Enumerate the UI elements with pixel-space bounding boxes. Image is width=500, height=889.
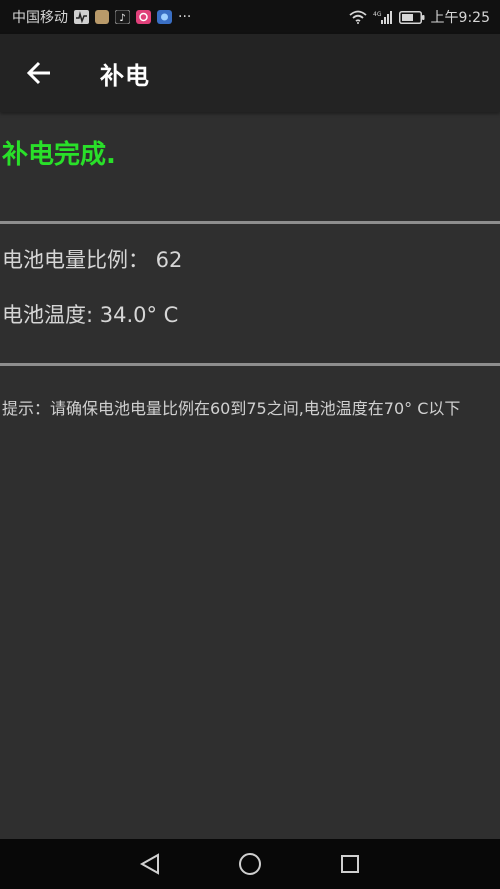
page-title: 补电 [100,61,150,90]
overflow-notifications: ··· [178,9,192,25]
activity-app-icon [74,10,89,24]
back-button[interactable] [13,47,65,99]
battery-icon [398,10,425,24]
clock: 上午9:25 [430,10,490,26]
nav-back-button[interactable] [130,844,170,884]
cell-signal-icon: 4G [373,10,393,24]
arrow-left-icon [26,61,50,85]
status-bar: 中国移动 ♪ ··· 4G 上午9:25 [0,0,500,34]
tip-text: 提示：请确保电池电量比例在60到75之间,电池温度在70° C以下 [2,399,461,418]
back-triangle-icon [139,853,159,875]
divider-top [0,221,500,224]
nav-home-button[interactable] [230,844,270,884]
status-right: 4G 上午9:25 [348,7,490,27]
main-content: 补电完成. 电池电量比例： 62 电池温度: 34.0° C 提示：请确保电池电… [0,112,500,839]
carrier-label: 中国移动 [12,10,68,26]
charge-status-message: 补电完成. [2,140,116,170]
status-left: 中国移动 ♪ ··· [12,7,191,27]
svg-text:♪: ♪ [119,13,125,24]
music-app-icon [136,10,151,24]
battery-temperature-text: 电池温度: 34.0° C [2,303,179,327]
home-circle-icon [239,853,261,875]
tiktok-app-icon: ♪ [115,10,130,24]
divider-bottom [0,363,500,366]
wifi-icon [348,10,367,24]
navigation-bar [0,839,500,889]
browser-app-icon [157,10,172,24]
battery-level-text: 电池电量比例： 62 [2,248,183,272]
photo-app-icon [95,10,109,24]
app-toolbar: 补电 [0,34,500,112]
recents-square-icon [341,855,359,873]
network-type-label: 4G [373,11,382,18]
nav-recents-button[interactable] [330,844,370,884]
